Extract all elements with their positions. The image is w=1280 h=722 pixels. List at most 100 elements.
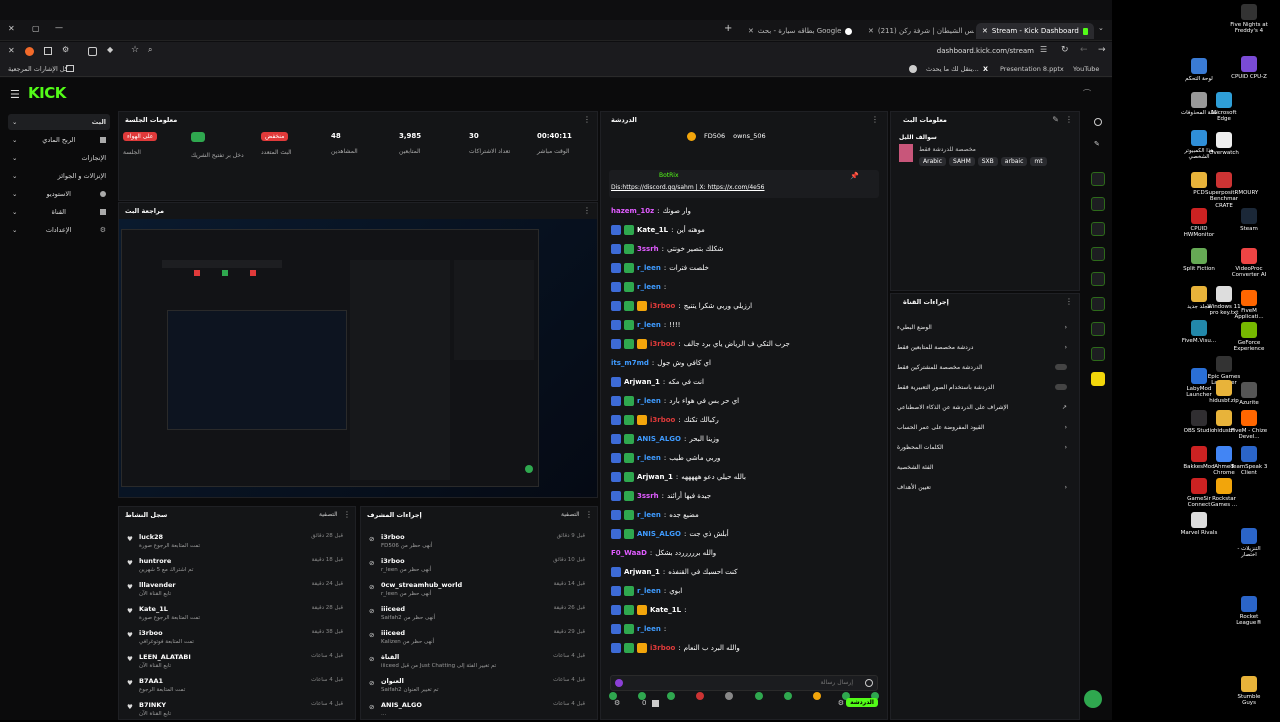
tab-youtube[interactable]: ✕ (211) مجلس الشيطان | شرفة ركن bbox=[862, 23, 974, 39]
chat-username[interactable]: 3ssrh bbox=[637, 245, 659, 253]
chevron-right-icon[interactable]: › bbox=[1065, 344, 1067, 351]
more-icon[interactable]: ⋮ bbox=[871, 115, 879, 124]
tag[interactable]: arbaic bbox=[1000, 157, 1028, 166]
star-icon[interactable]: ☆ bbox=[131, 45, 139, 55]
tool-icon[interactable] bbox=[1091, 197, 1105, 211]
settings-icon[interactable]: ⚙ bbox=[614, 699, 620, 707]
chat-message[interactable]: its_m7md: اي كافي وش جول bbox=[611, 356, 879, 370]
activity-row[interactable]: ♥ LEEN_ALATABI تابع القناة الآن قبل 4 ساعات bbox=[127, 651, 347, 674]
chat-username[interactable]: r_leen bbox=[637, 454, 661, 462]
chat-username[interactable]: hazem_10z bbox=[611, 207, 654, 215]
sidebar-item-stream[interactable]: ⌄ البث bbox=[8, 114, 110, 130]
sidebar-item-channel[interactable]: ⌄ القناة bbox=[8, 204, 110, 220]
kick-logo[interactable]: KICK bbox=[28, 84, 66, 102]
screenshot-icon[interactable] bbox=[88, 47, 97, 56]
forward-icon[interactable]: → bbox=[1098, 45, 1106, 55]
close-icon[interactable]: ✕ bbox=[868, 27, 874, 35]
activity-row[interactable]: ♥ B7INKY تابع القناة الآن قبل 4 ساعات bbox=[127, 699, 347, 722]
desktop-icon[interactable]: CPUID CPU-Z bbox=[1230, 56, 1268, 80]
tag[interactable]: SAHM bbox=[949, 157, 975, 166]
toggle-switch[interactable] bbox=[1055, 384, 1067, 390]
new-tab-icon[interactable]: + bbox=[724, 23, 732, 34]
chevron-right-icon[interactable]: › bbox=[1065, 324, 1067, 331]
mod-action-row[interactable]: ⊘ iiiceed Kalizen أنهى حظر من قبل 29 دقيقة bbox=[369, 627, 589, 650]
chat-message[interactable]: Kate_1L: موهته أين bbox=[611, 223, 879, 237]
activity-row[interactable]: ♥ lllavender تابع القناة الآن قبل 24 دقيقة bbox=[127, 579, 347, 602]
diamond-icon[interactable]: ◆ bbox=[107, 45, 113, 54]
mod-user[interactable]: القناة bbox=[381, 653, 399, 661]
quick-action-row[interactable]: الفئة الشخصية bbox=[897, 458, 1067, 476]
desktop-icon[interactable]: FiveM Applicati... bbox=[1230, 290, 1268, 321]
chat-username[interactable]: i3rboo bbox=[650, 302, 675, 310]
chat-username[interactable]: 3ssrh bbox=[637, 492, 659, 500]
bookmark-x-news[interactable]: ينقل لك ما يحدث... bbox=[926, 65, 979, 73]
chat-username[interactable]: r_leen bbox=[637, 283, 661, 291]
chat-username[interactable]: r_leen bbox=[637, 625, 661, 633]
brave-icon[interactable] bbox=[25, 47, 34, 56]
info-icon[interactable] bbox=[1094, 118, 1102, 126]
reload-icon[interactable]: ↻ bbox=[1061, 45, 1069, 55]
desktop-icon[interactable]: VideoProc Converter AI bbox=[1230, 248, 1268, 279]
chat-message[interactable]: r_leen: وربي ماشي طيب bbox=[611, 451, 879, 465]
chat-username[interactable]: r_leen bbox=[637, 397, 661, 405]
activity-user[interactable]: LEEN_ALATABI bbox=[139, 653, 191, 661]
top-user[interactable]: FD506 bbox=[704, 132, 725, 141]
more-icon[interactable]: ⋮ bbox=[343, 510, 351, 519]
chat-username[interactable]: r_leen bbox=[637, 587, 661, 595]
quick-action-row[interactable]: الإشراف على الدردشة عن الذكاء الاصطناعي ↗ bbox=[897, 398, 1067, 416]
desktop-icon[interactable]: CPUID HWMonitor bbox=[1180, 208, 1218, 239]
activity-user[interactable]: B7AA1 bbox=[139, 677, 163, 685]
activity-user[interactable]: luck28 bbox=[139, 533, 163, 541]
tag[interactable]: mt bbox=[1030, 157, 1047, 166]
chat-message[interactable]: i3rboo: والله البرد ب النعام bbox=[611, 641, 879, 655]
sidebar-item-monetization[interactable]: ⌄ الربح المادي bbox=[8, 132, 110, 148]
category-name[interactable]: سوالف الليل bbox=[899, 134, 937, 141]
mod-action-row[interactable]: ⊘ ANIS_ALGO... قبل 4 ساعات bbox=[369, 699, 589, 722]
desktop-icon[interactable]: لوحة التحكم bbox=[1180, 58, 1218, 82]
desktop-icon[interactable]: Microsoft Edge bbox=[1205, 92, 1243, 123]
activity-user[interactable]: lllavender bbox=[139, 581, 176, 589]
chat-username[interactable]: its_m7md bbox=[611, 359, 649, 367]
mod-action-row[interactable]: ⊘ i3rboo FD506 أنهى حظر من قبل 9 دقائق bbox=[369, 531, 589, 554]
chat-message[interactable]: F0_WaaD: والله بررررردد بشكل bbox=[611, 546, 879, 560]
external-link-icon[interactable]: ↗ bbox=[1062, 404, 1067, 411]
site-settings-icon[interactable]: ☰ bbox=[1040, 45, 1047, 54]
tab-kick-dashboard[interactable]: ✕ Stream - Kick Dashboard bbox=[976, 23, 1094, 39]
tool-icon-active[interactable] bbox=[1091, 372, 1105, 386]
quick-action-row[interactable]: الدردشة مخصصة للمشتركين فقط bbox=[897, 358, 1067, 376]
quick-action-row[interactable]: الكلمات المحظورة › bbox=[897, 438, 1067, 456]
chat-username[interactable]: i3rboo bbox=[650, 644, 675, 652]
tool-icon[interactable] bbox=[1091, 172, 1105, 186]
activity-row[interactable]: ♥ i3rboo تمت المتابعة فوتوغرافي قبل 38 دقيق… bbox=[127, 627, 347, 650]
tool-icon[interactable] bbox=[1091, 347, 1105, 361]
more-icon[interactable]: ⋮ bbox=[583, 115, 591, 124]
tab-google-search[interactable]: ✕ بطاقه سيارة - بحث Google bbox=[742, 23, 860, 39]
tool-icon[interactable] bbox=[1091, 297, 1105, 311]
gift-icon[interactable] bbox=[652, 700, 659, 707]
activity-row[interactable]: ♥ huntrore تم اشتراك مع 5 شهرين قبل 18 دقيق… bbox=[127, 555, 347, 578]
chat-message[interactable]: r_leen: bbox=[611, 280, 879, 294]
chat-message[interactable]: i3rboo: ارزيلي وربي شكرا يتنيج bbox=[611, 299, 879, 313]
pinned-author[interactable]: BotRix bbox=[659, 172, 679, 179]
more-icon[interactable]: ⋮ bbox=[1065, 297, 1073, 306]
chat-message[interactable]: i3rboo: ركبالك تكتك bbox=[611, 413, 879, 427]
chat-message[interactable]: ANIS_ALGO: وزينا البحر bbox=[611, 432, 879, 446]
chat-message[interactable]: 3ssrh: شكلك بتصير خونتي bbox=[611, 242, 879, 256]
desktop-icon[interactable]: FiveM.Visu... bbox=[1180, 320, 1218, 344]
desktop-icon[interactable]: Split Fiction bbox=[1180, 248, 1218, 272]
quick-action-row[interactable]: تعيين الأهداف › bbox=[897, 478, 1067, 496]
close-icon[interactable]: ✕ bbox=[8, 46, 15, 55]
emoji-icon[interactable] bbox=[615, 679, 623, 687]
desktop-icon[interactable]: Steam bbox=[1230, 208, 1268, 232]
chat-username[interactable]: i3rboo bbox=[650, 416, 675, 424]
filter-button[interactable]: التصفية bbox=[561, 511, 580, 518]
desktop-icon[interactable]: Stumble Guys bbox=[1230, 676, 1268, 707]
chat-message[interactable]: hazem_10z: وار صوتك bbox=[611, 204, 879, 218]
chat-username[interactable]: ANIS_ALGO bbox=[637, 435, 681, 443]
tool-icon[interactable] bbox=[1091, 272, 1105, 286]
chevron-right-icon[interactable]: › bbox=[1065, 484, 1067, 491]
mod-user[interactable]: i3rboo bbox=[381, 533, 405, 541]
close-icon[interactable]: ✕ bbox=[982, 27, 988, 35]
bookmarks-all[interactable]: كل الإشارات المرجعية bbox=[8, 65, 68, 73]
mod-action-row[interactable]: ⊘ i3rboo r_leen أنهى حظر من قبل 10 دقائق bbox=[369, 555, 589, 578]
